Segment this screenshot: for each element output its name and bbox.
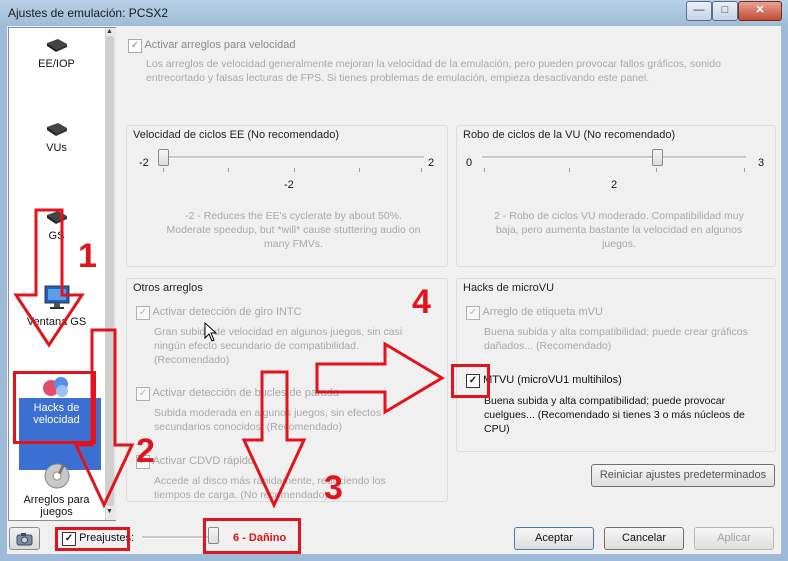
arrow-4-icon bbox=[315, 341, 445, 415]
mouse-cursor-icon bbox=[204, 322, 218, 342]
annotation-number-4: 4 bbox=[412, 283, 431, 321]
annotation-arrows bbox=[13, 208, 445, 509]
annotation-number-3: 3 bbox=[324, 469, 343, 507]
annotation-number-2: 2 bbox=[136, 432, 155, 470]
annotation-number-1: 1 bbox=[78, 237, 97, 275]
arrow-2-icon bbox=[73, 328, 135, 509]
arrow-1-icon bbox=[13, 208, 85, 348]
arrow-3-icon bbox=[241, 370, 307, 509]
